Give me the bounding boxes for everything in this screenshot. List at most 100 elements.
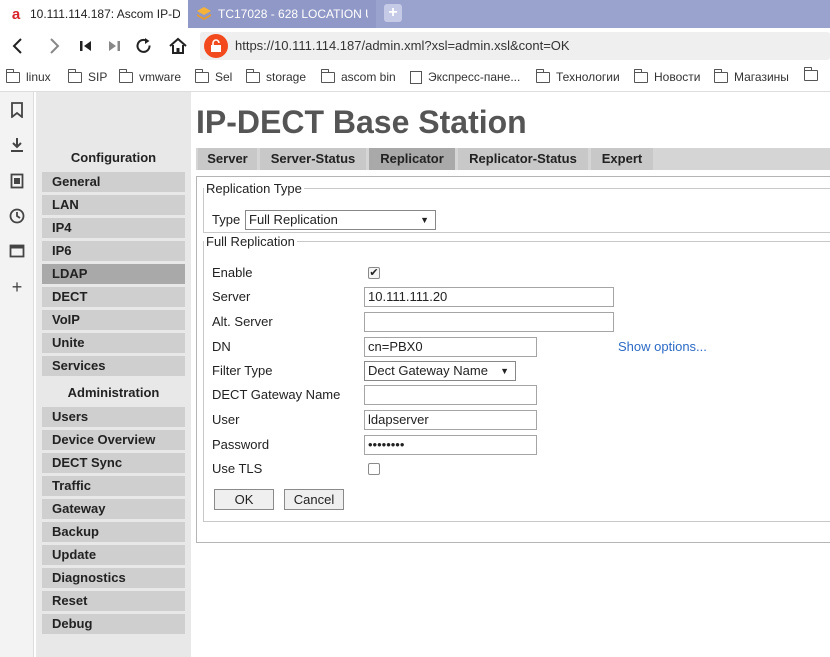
password-input[interactable]: •••••••• [364, 435, 537, 455]
show-options-link[interactable]: Show options... [618, 339, 707, 354]
browser-tab-active[interactable]: a 10.111.114.187: Ascom IP-DECT [0, 0, 188, 28]
nav-item-dect-sync[interactable]: DECT Sync [42, 453, 185, 473]
nav-item-backup[interactable]: Backup [42, 522, 185, 542]
bookmark-folder[interactable]: vmware [118, 68, 181, 84]
new-tab-button[interactable]: + [384, 4, 402, 22]
layers-icon [196, 6, 212, 22]
folder-icon [245, 68, 260, 83]
bookmark-label: linux [26, 70, 51, 84]
skip-back-icon[interactable] [76, 36, 96, 56]
download-icon[interactable] [8, 137, 26, 155]
bookmark-label: Новости [654, 70, 701, 84]
select-value: Dect Gateway Name [368, 363, 488, 378]
bookmark-page[interactable]: Экспресс-пане... [410, 70, 520, 84]
dn-label: DN [212, 339, 231, 354]
nav-item-ip4[interactable]: IP4 [42, 218, 185, 238]
alt-server-input[interactable] [364, 312, 614, 332]
bookmark-folder[interactable]: Технологии [535, 68, 620, 84]
ok-button[interactable]: OK [214, 489, 274, 510]
bookmark-icon[interactable] [8, 102, 26, 120]
server-input[interactable]: 10.111.111.20 [364, 287, 614, 307]
reload-icon[interactable] [134, 36, 154, 56]
browser-tab-inactive[interactable]: TC17028 - 628 LOCATION U... [188, 0, 376, 28]
forward-icon[interactable] [44, 36, 64, 56]
configuration-heading: Configuration [70, 150, 157, 165]
nav-item-debug[interactable]: Debug [42, 614, 185, 634]
bookmark-folder[interactable]: storage [245, 68, 306, 84]
select-value: Full Replication [249, 212, 338, 227]
nav-item-gateway[interactable]: Gateway [42, 499, 185, 519]
nav-item-reset[interactable]: Reset [42, 591, 185, 611]
bookmark-folder[interactable]: Sel [194, 68, 232, 84]
nav-item-device-overview[interactable]: Device Overview [42, 430, 185, 450]
folder-icon [803, 67, 818, 81]
bookmark-label: ascom bin [341, 70, 396, 84]
filter-type-select[interactable]: Dect Gateway Name ▼ [364, 361, 516, 381]
nav-item-users[interactable]: Users [42, 407, 185, 427]
folder-icon [67, 68, 82, 83]
bookmark-folder[interactable]: SIP [67, 68, 108, 84]
folder-icon [194, 68, 209, 83]
bookmarks-bar: linux SIP vmware Sel storage ascom bin Э… [0, 64, 830, 92]
nav-item-lan[interactable]: LAN [42, 195, 185, 215]
user-input[interactable]: ldapserver [364, 410, 537, 430]
browser-tab-strip: a 10.111.114.187: Ascom IP-DECT TC17028 … [0, 0, 830, 28]
unlocked-warning-icon[interactable] [204, 34, 228, 58]
enable-label: Enable [212, 265, 253, 280]
web-page: Configuration General LAN IP4 IP6 LDAP D… [36, 92, 830, 657]
nav-item-ldap[interactable]: LDAP [42, 264, 185, 284]
bookmark-folder-partial[interactable] [803, 67, 824, 81]
bookmark-label: SIP [88, 70, 108, 84]
filter-type-label: Filter Type [212, 363, 273, 378]
bookmark-folder[interactable]: ascom bin [320, 68, 396, 84]
nav-item-diagnostics[interactable]: Diagnostics [42, 568, 185, 588]
add-panel-icon[interactable]: + [8, 278, 26, 296]
replicator-panel: Replication Type Type Full Replication ▼… [196, 176, 830, 543]
replication-type-fieldset: Replication Type Type Full Replication ▼ [203, 181, 830, 233]
tab-server-status[interactable]: Server-Status [260, 148, 366, 170]
nav-item-ip6[interactable]: IP6 [42, 241, 185, 261]
notes-icon[interactable] [8, 173, 26, 191]
bookmark-label: Экспресс-пане... [428, 70, 521, 84]
nav-item-traffic[interactable]: Traffic [42, 476, 185, 496]
tab-server[interactable]: Server [198, 148, 257, 170]
use-tls-label: Use TLS [212, 461, 263, 476]
administration-heading: Administration [67, 385, 160, 400]
nav-item-general[interactable]: General [42, 172, 185, 192]
page-tabs: Server Server-Status Replicator Replicat… [196, 148, 830, 170]
enable-checkbox[interactable]: ✔ [368, 267, 380, 279]
nav-item-dect[interactable]: DECT [42, 287, 185, 307]
nav-item-update[interactable]: Update [42, 545, 185, 565]
tab-replicator[interactable]: Replicator [369, 148, 455, 170]
use-tls-checkbox[interactable] [368, 463, 380, 475]
folder-icon [535, 68, 550, 83]
bookmark-folder[interactable]: Новости [633, 68, 701, 84]
skip-forward-icon[interactable] [104, 36, 124, 56]
history-icon[interactable] [8, 208, 26, 226]
nav-item-services[interactable]: Services [42, 356, 185, 376]
nav-item-unite[interactable]: Unite [42, 333, 185, 353]
replication-type-select[interactable]: Full Replication ▼ [245, 210, 436, 230]
dect-gateway-name-input[interactable] [364, 385, 537, 405]
dropdown-arrow-icon: ▼ [420, 215, 429, 225]
type-label: Type [212, 212, 241, 227]
window-panel-icon[interactable] [8, 243, 26, 261]
dn-input[interactable]: cn=PBX0 [364, 337, 537, 357]
full-replication-legend: Full Replication [206, 234, 295, 249]
cancel-button[interactable]: Cancel [284, 489, 344, 510]
back-icon[interactable] [8, 36, 28, 56]
password-label: Password [212, 437, 270, 452]
tab-replicator-status[interactable]: Replicator-Status [458, 148, 588, 170]
folder-icon [320, 68, 335, 83]
alt-server-label: Alt. Server [212, 314, 273, 329]
tab-expert[interactable]: Expert [591, 148, 653, 170]
nav-item-voip[interactable]: VoIP [42, 310, 185, 330]
page-title: IP-DECT Base Station [196, 104, 527, 140]
tab-title: 10.111.114.187: Ascom IP-DECT [30, 7, 180, 21]
folder-icon [5, 68, 20, 83]
full-replication-fieldset: Full Replication Enable ✔ Server 10.111.… [203, 234, 830, 522]
bookmark-folder[interactable]: linux [5, 68, 51, 84]
home-icon[interactable] [168, 36, 188, 56]
bookmark-folder[interactable]: Магазины [713, 68, 789, 84]
address-bar[interactable]: https://10.111.114.187/admin.xml?xsl=adm… [200, 32, 830, 60]
